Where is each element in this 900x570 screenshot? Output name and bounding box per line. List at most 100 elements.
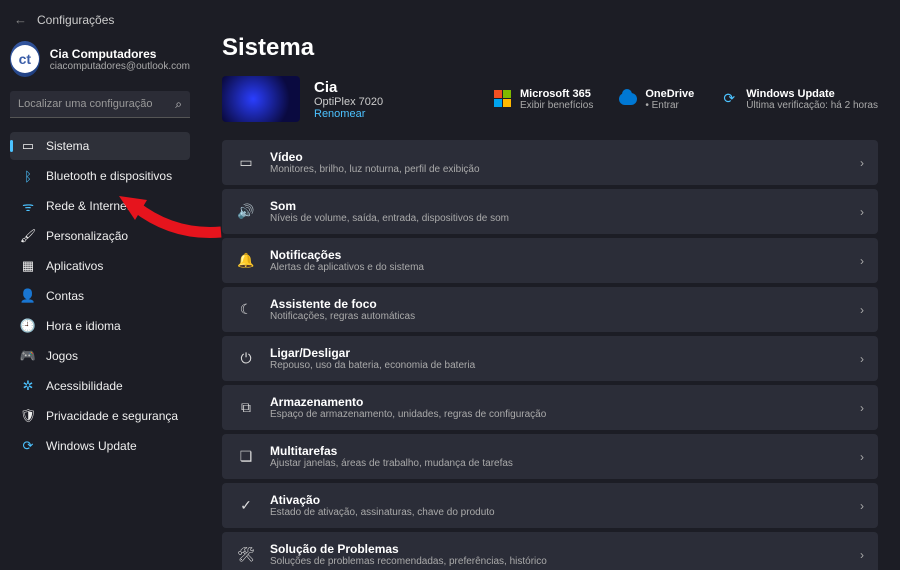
nav-list: ▭SistemaᛒBluetooth e dispositivosᯤRede &… <box>10 132 190 460</box>
service-title: OneDrive <box>645 88 694 100</box>
profile[interactable]: ct Cia Computadores ciacomputadores@outl… <box>10 41 190 77</box>
card-icon: ⏻ <box>236 349 256 369</box>
card-assistente-de-foco[interactable]: ☾ Assistente de focoNotificações, regras … <box>222 287 878 332</box>
chevron-right-icon: › <box>860 450 864 464</box>
card-som[interactable]: 🔊 SomNíveis de volume, saída, entrada, di… <box>222 189 878 234</box>
card-sub: Espaço de armazenamento, unidades, regra… <box>270 409 846 420</box>
nav-icon: 🛡 <box>20 408 36 424</box>
window-title: Configurações <box>37 13 114 27</box>
card-solu-o-de-problemas[interactable]: 🛠Solução de ProblemasSoluções de problem… <box>222 532 878 570</box>
card-sub: Alertas de aplicativos e do sistema <box>270 262 846 273</box>
device-model: OptiPlex 7020 <box>314 96 383 108</box>
card-icon: ⧉ <box>236 398 256 418</box>
nav-label: Bluetooth e dispositivos <box>46 169 172 183</box>
card-sub: Estado de ativação, assinaturas, chave d… <box>270 507 846 518</box>
card-title: Som <box>270 199 846 213</box>
search-input[interactable] <box>10 91 190 118</box>
card-multitarefas[interactable]: ❏MultitarefasAjustar janelas, áreas de t… <box>222 434 878 479</box>
card-title: Solução de Problemas <box>270 542 846 556</box>
card-notifica-es[interactable]: 🔔NotificaçõesAlertas de aplicativos e do… <box>222 238 878 283</box>
nav-icon: 🕘 <box>20 318 36 334</box>
service-sub: • Entrar <box>645 100 694 111</box>
card-icon: ❏ <box>236 447 256 467</box>
nav-icon: ᛒ <box>20 168 36 184</box>
card-v-deo[interactable]: ▭VídeoMonitores, brilho, luz noturna, pe… <box>222 140 878 185</box>
service-title: Windows Update <box>746 88 878 100</box>
nav-label: Sistema <box>46 139 89 153</box>
card-armazenamento[interactable]: ⧉ArmazenamentoEspaço de armazenamento, u… <box>222 385 878 430</box>
update-icon: ⟳ <box>723 90 735 107</box>
back-icon[interactable]: ← <box>14 12 27 27</box>
card-icon: 🛠 <box>236 545 256 565</box>
nav-label: Jogos <box>46 349 78 363</box>
card-title: Assistente de foco <box>270 297 846 311</box>
service-microsoft-[interactable]: Microsoft 365Exibir benefícios <box>494 88 593 111</box>
card-ligar-desligar[interactable]: ⏻ Ligar/DesligarRepouso, uso da bateria, … <box>222 336 878 381</box>
chevron-right-icon: › <box>860 205 864 219</box>
sidebar-item-hora-e-idioma[interactable]: 🕘 Hora e idioma <box>10 312 190 340</box>
microsoft-icon <box>494 90 511 107</box>
sidebar-item-acessibilidade[interactable]: ✲ Acessibilidade <box>10 372 190 400</box>
card-sub: Notificações, regras automáticas <box>270 311 846 322</box>
nav-icon: 🖌 <box>20 228 36 244</box>
sidebar-item-sistema[interactable]: ▭ Sistema <box>10 132 190 160</box>
nav-icon: ▭ <box>20 138 36 154</box>
nav-icon: ✲ <box>20 378 36 394</box>
onedrive-icon <box>619 93 637 105</box>
card-ativa-o[interactable]: ✓ AtivaçãoEstado de ativação, assinaturas… <box>222 483 878 528</box>
card-title: Multitarefas <box>270 444 846 458</box>
service-title: Microsoft 365 <box>520 88 593 100</box>
nav-label: Contas <box>46 289 84 303</box>
main-content: Sistema Cia OptiPlex 7020 Renomear Micro… <box>200 0 900 570</box>
chevron-right-icon: › <box>860 254 864 268</box>
card-icon: 🔔 <box>236 251 256 271</box>
device-image <box>222 76 300 122</box>
card-sub: Níveis de volume, saída, entrada, dispos… <box>270 213 846 224</box>
chevron-right-icon: › <box>860 352 864 366</box>
sidebar-item-windows-update[interactable]: ⟳ Windows Update <box>10 432 190 460</box>
profile-email: ciacomputadores@outlook.com <box>50 61 190 72</box>
sidebar-item-contas[interactable]: 👤 Contas <box>10 282 190 310</box>
back-row: ← Configurações <box>10 12 190 27</box>
nav-label: Hora e idioma <box>46 319 121 333</box>
card-sub: Repouso, uso da bateria, economia de bat… <box>270 360 846 371</box>
card-icon: ✓ <box>236 496 256 516</box>
search-icon[interactable]: ⌕ <box>175 97 182 112</box>
search-box[interactable]: ⌕ <box>10 91 190 118</box>
device-name: Cia <box>314 79 383 96</box>
annotation-arrow-icon <box>113 192 225 240</box>
sidebar-item-bluetooth-e-dispositivos[interactable]: ᛒ Bluetooth e dispositivos <box>10 162 190 190</box>
service-onedrive[interactable]: OneDrive• Entrar <box>619 88 694 111</box>
chevron-right-icon: › <box>860 401 864 415</box>
service-sub: Última verificação: há 2 horas <box>746 100 878 111</box>
nav-icon: ᯤ <box>20 198 36 214</box>
sidebar-item-privacidade-e-seguran-a[interactable]: 🛡 Privacidade e segurança <box>10 402 190 430</box>
device-box[interactable]: Cia OptiPlex 7020 Renomear <box>222 76 383 122</box>
card-title: Ativação <box>270 493 846 507</box>
sidebar-item-jogos[interactable]: 🎮 Jogos <box>10 342 190 370</box>
chevron-right-icon: › <box>860 548 864 562</box>
card-icon: 🔊 <box>236 202 256 222</box>
services-row: Microsoft 365Exibir benefícios OneDrive• … <box>494 88 878 111</box>
nav-icon: 👤 <box>20 288 36 304</box>
nav-label: Privacidade e segurança <box>46 409 178 423</box>
chevron-right-icon: › <box>860 499 864 513</box>
avatar: ct <box>10 41 40 77</box>
nav-icon: ⟳ <box>20 438 36 454</box>
card-icon: ▭ <box>236 153 256 173</box>
settings-cards: ▭VídeoMonitores, brilho, luz noturna, pe… <box>222 140 878 570</box>
card-icon: ☾ <box>236 300 256 320</box>
nav-icon: ▦ <box>20 258 36 274</box>
nav-label: Windows Update <box>46 439 137 453</box>
nav-label: Aplicativos <box>46 259 103 273</box>
card-sub: Monitores, brilho, luz noturna, perfil d… <box>270 164 846 175</box>
rename-link[interactable]: Renomear <box>314 108 383 120</box>
chevron-right-icon: › <box>860 156 864 170</box>
nav-icon: 🎮 <box>20 348 36 364</box>
card-title: Ligar/Desligar <box>270 346 846 360</box>
nav-label: Acessibilidade <box>46 379 123 393</box>
service-windows-update[interactable]: ⟳ Windows UpdateÚltima verificação: há 2 … <box>720 88 878 111</box>
service-sub: Exibir benefícios <box>520 100 593 111</box>
page-title: Sistema <box>222 34 878 62</box>
sidebar-item-aplicativos[interactable]: ▦ Aplicativos <box>10 252 190 280</box>
